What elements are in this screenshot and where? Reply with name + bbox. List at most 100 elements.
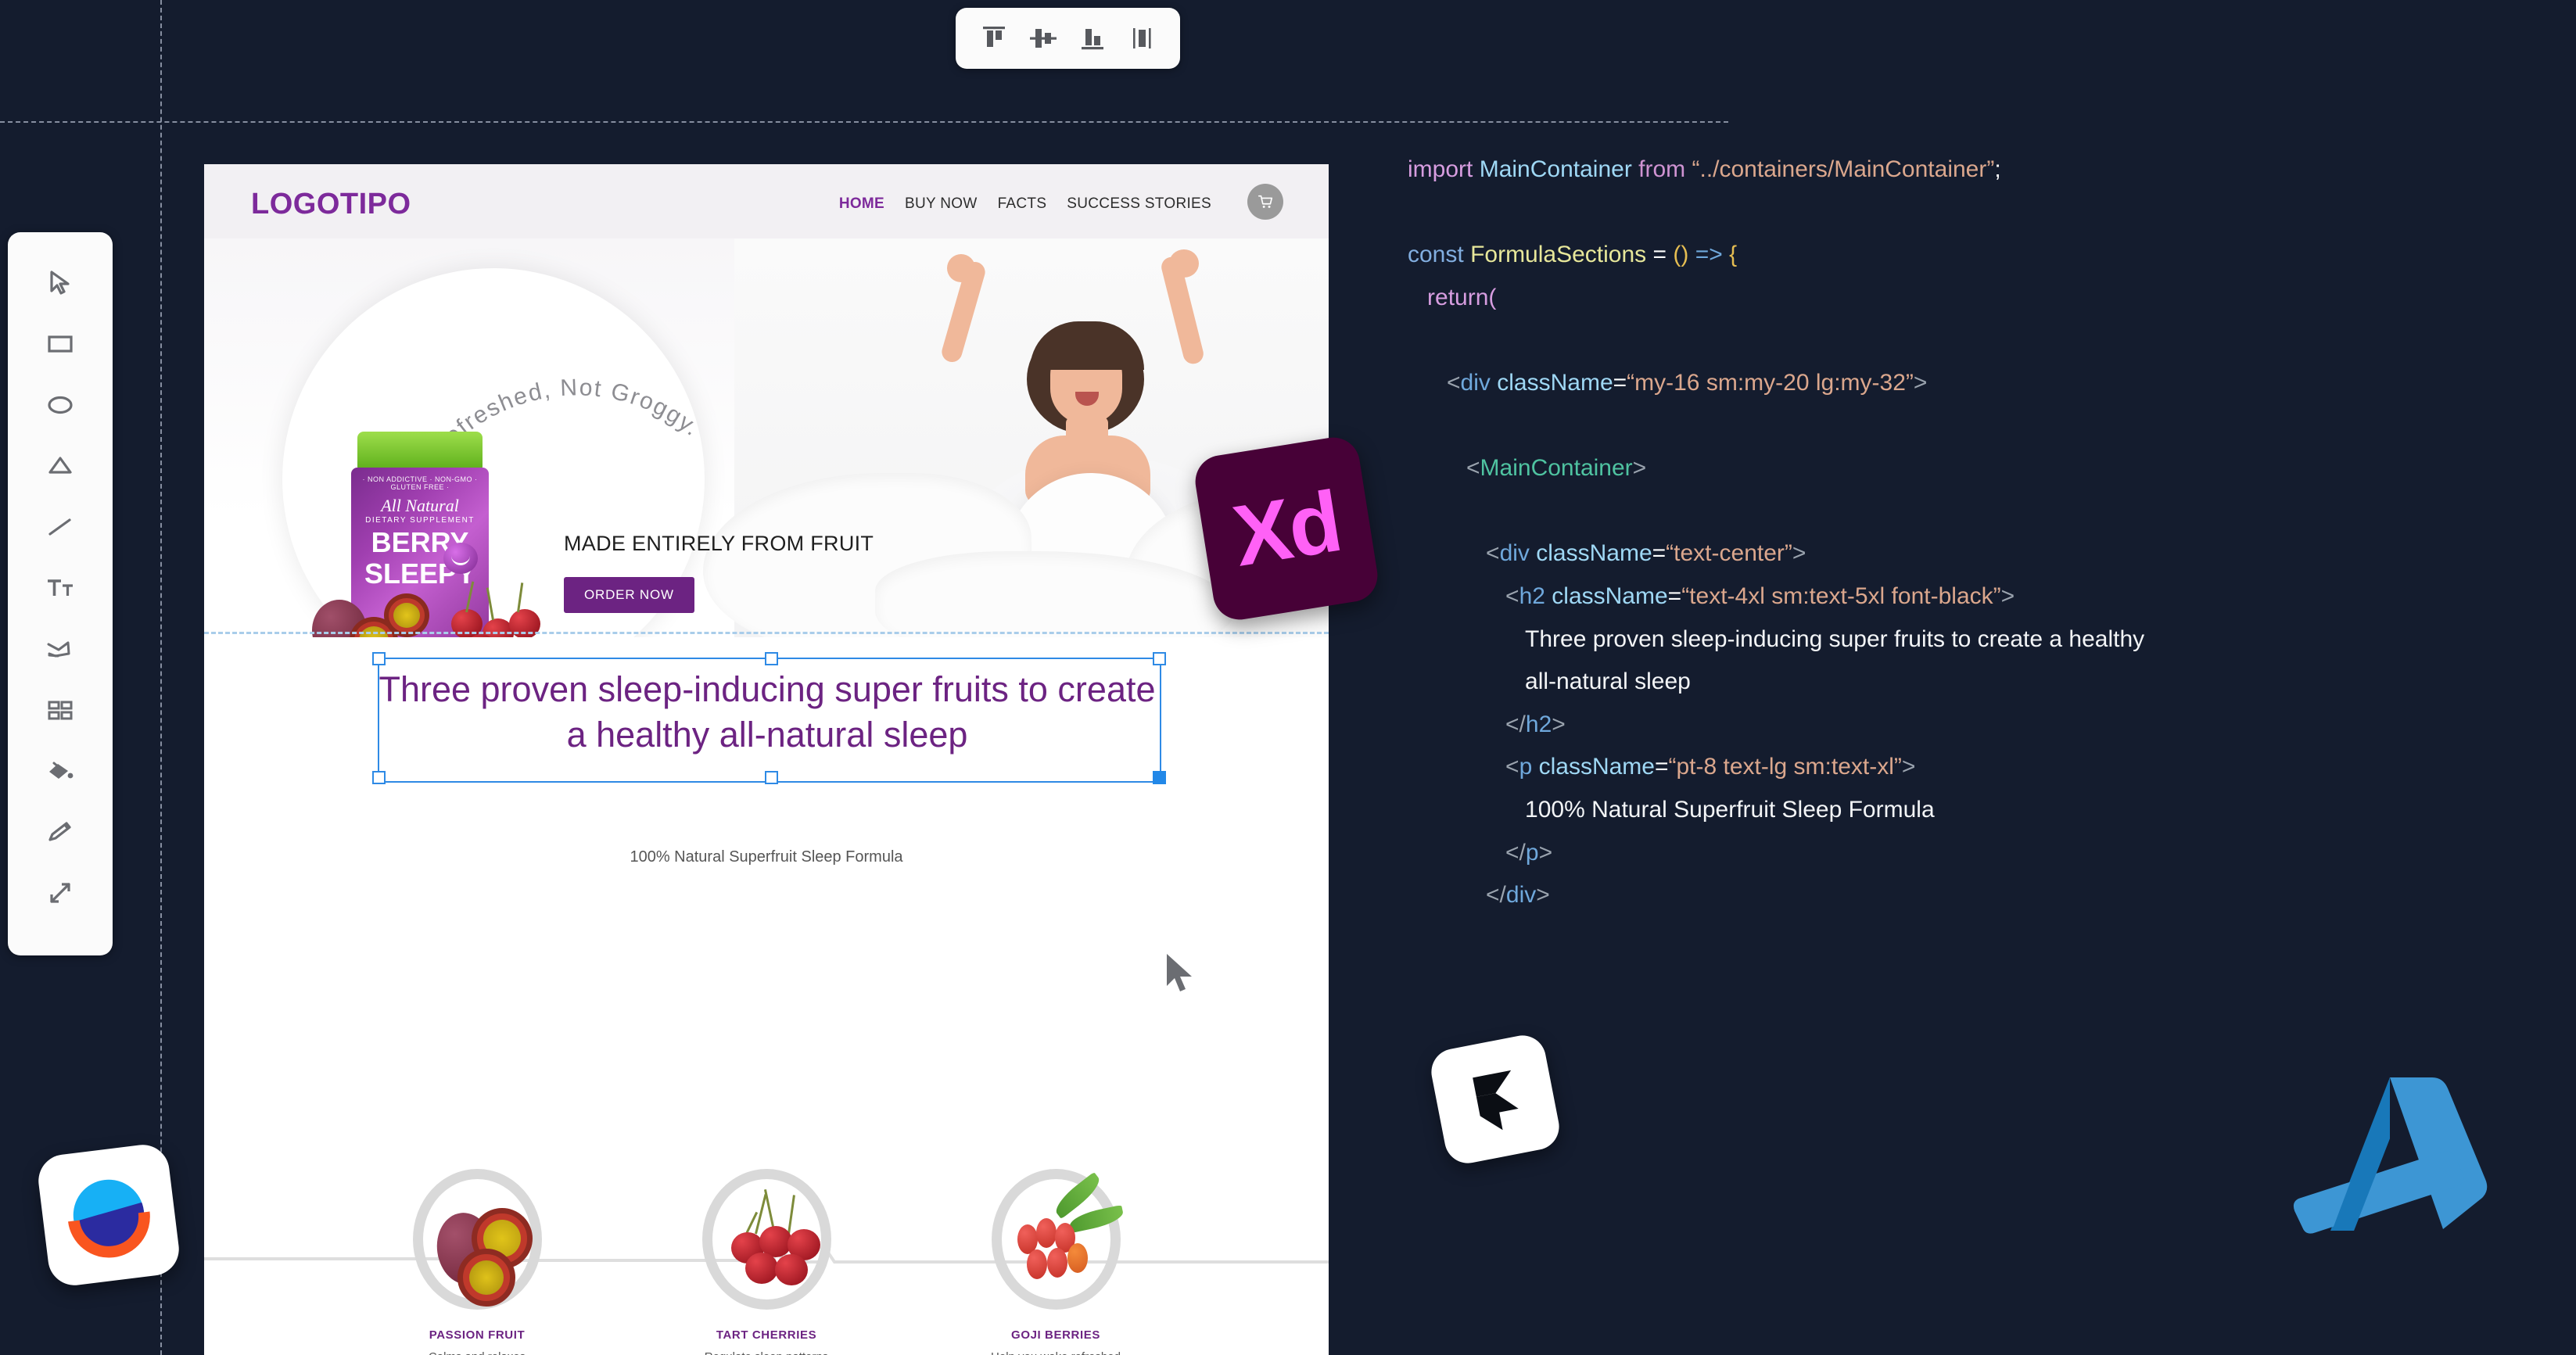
fruit-card-tart-cherries[interactable]: TART CHERRIES Regulate sleep patterns xyxy=(676,1169,856,1355)
code-token: const xyxy=(1408,242,1464,268)
nav-item-success-stories[interactable]: SUCCESS STORIES xyxy=(1067,195,1211,213)
nav-item-facts[interactable]: FACTS xyxy=(998,195,1047,213)
align-bottom-button[interactable] xyxy=(1074,20,1111,57)
code-token: “text-4xl sm:text-5xl font-black” xyxy=(1681,583,2001,609)
artboard-tool[interactable] xyxy=(30,679,91,740)
affinity-a-icon xyxy=(2293,1077,2488,1234)
grid-icon xyxy=(48,701,73,720)
site-nav: HOME BUY NOW FACTS SUCCESS STORIES xyxy=(839,195,1211,213)
code-line: </h2> xyxy=(1408,704,2557,747)
nav-item-buy-now[interactable]: BUY NOW xyxy=(905,195,978,213)
align-vertical-center-button[interactable] xyxy=(1024,20,1062,57)
cursor-arrow-icon xyxy=(50,271,70,295)
pen-tool[interactable] xyxy=(30,618,91,679)
rectangle-tool[interactable] xyxy=(30,314,91,375)
code-token: < xyxy=(1466,455,1480,482)
handle-bottom-left[interactable] xyxy=(372,771,386,784)
code-token: > xyxy=(2000,583,2015,609)
fruit-title: PASSION FRUIT xyxy=(429,1328,526,1342)
distribute-horizontal-button[interactable] xyxy=(1123,20,1161,57)
code-token: > xyxy=(1792,540,1806,567)
bottle-cap xyxy=(357,432,483,469)
align-top-button[interactable] xyxy=(975,20,1013,57)
section-headline[interactable]: Three proven sleep-inducing super fruits… xyxy=(375,667,1160,757)
formula-section: Three proven sleep-inducing super fruits… xyxy=(204,632,1329,866)
adobe-xd-logo-label: Xd xyxy=(1226,472,1347,585)
code-token: 100% Natural Superfruit Sleep Formula xyxy=(1525,796,1935,823)
code-token: className xyxy=(1497,369,1613,396)
resize-arrows-icon xyxy=(50,883,70,903)
hero-copy: MADE ENTIRELY FROM FRUIT ORDER NOW xyxy=(564,532,874,613)
code-line: <div className=“my-16 sm:my-20 lg:my-32”… xyxy=(1408,362,2557,405)
bottle-supplement: DIETARY SUPPLEMENT xyxy=(365,516,475,525)
fruit-desc: Calms and relaxes xyxy=(387,1350,567,1355)
rectangle-icon xyxy=(48,335,73,353)
fruit-ring xyxy=(701,1169,831,1310)
tool-palette xyxy=(8,232,113,955)
triangle-icon xyxy=(48,457,72,474)
line-icon xyxy=(48,518,71,536)
code-token: { xyxy=(1729,242,1738,268)
pencil-icon xyxy=(48,822,71,841)
code-token: < xyxy=(1486,540,1500,567)
framer-logo xyxy=(1427,1031,1563,1167)
ellipse-tool[interactable] xyxy=(30,375,91,436)
code-token: = xyxy=(1646,242,1674,268)
code-panel[interactable]: import MainContainer from “../containers… xyxy=(1408,149,2557,917)
bottle-script: All Natural xyxy=(381,496,459,515)
handle-top-left[interactable] xyxy=(372,652,386,665)
polygon-tool[interactable] xyxy=(30,436,91,496)
handle-top-center[interactable] xyxy=(765,652,778,665)
code-token: FormulaSections xyxy=(1470,242,1647,268)
invision-circle-icon xyxy=(68,1179,150,1258)
section-subline[interactable]: 100% Natural Superfruit Sleep Formula xyxy=(204,848,1329,866)
fruit-card-goji-berries[interactable]: GOJI BERRIES Help you wake refreshed xyxy=(966,1169,1146,1355)
align-top-icon xyxy=(983,27,1006,47)
line-tool[interactable] xyxy=(30,496,91,557)
code-line: 100% Natural Superfruit Sleep Formula xyxy=(1408,789,2557,832)
nav-item-home[interactable]: HOME xyxy=(839,195,884,213)
handle-top-right[interactable] xyxy=(1153,652,1166,665)
code-token: import xyxy=(1408,156,1473,182)
site-logo[interactable]: LOGOTIPO xyxy=(251,188,411,221)
code-token: h2 xyxy=(1525,711,1552,737)
pencil-tool[interactable] xyxy=(30,801,91,862)
fruit-cards: PASSION FRUIT Calms and relaxes TART CHE… xyxy=(204,1169,1329,1355)
cart-button[interactable] xyxy=(1247,184,1283,220)
plum-mascot-icon xyxy=(443,543,478,574)
code-token: “pt-8 text-lg sm:text-xl” xyxy=(1668,754,1902,780)
code-token: > xyxy=(1632,455,1647,482)
fruit-desc: Help you wake refreshed xyxy=(966,1350,1146,1355)
code-line: Three proven sleep-inducing super fruits… xyxy=(1408,618,2557,661)
ellipse-icon xyxy=(48,396,73,414)
paint-bucket-icon xyxy=(49,762,74,779)
fill-tool[interactable] xyxy=(30,740,91,801)
site-header: LOGOTIPO HOME BUY NOW FACTS SUCCESS STOR… xyxy=(204,164,1329,238)
hero-tagline: MADE ENTIRELY FROM FRUIT xyxy=(564,532,874,555)
handle-bottom-center[interactable] xyxy=(765,771,778,784)
artboard[interactable]: LOGOTIPO HOME BUY NOW FACTS SUCCESS STOR… xyxy=(204,164,1329,1355)
code-token: Three proven sleep-inducing super fruits… xyxy=(1525,626,2145,652)
handle-bottom-right[interactable] xyxy=(1153,771,1166,784)
select-tool[interactable] xyxy=(30,253,91,314)
code-token: => xyxy=(1695,242,1723,268)
code-token: > xyxy=(1536,882,1550,909)
align-vertical-center-icon xyxy=(1030,29,1057,48)
code-line: <p className=“pt-8 text-lg sm:text-xl”> xyxy=(1408,746,2557,789)
zoom-tool[interactable] xyxy=(30,862,91,923)
hero-section: Wake Up Refreshed, Not Groggy. · NON ADD… xyxy=(204,238,1329,637)
code-token: ( xyxy=(1488,284,1497,310)
code-token: < xyxy=(1447,369,1461,396)
code-token: “text-center” xyxy=(1666,540,1792,567)
bottle-badges: · NON ADDICTIVE · NON-GMO · GLUTEN FREE … xyxy=(362,475,478,491)
text-tool[interactable] xyxy=(30,557,91,618)
fruit-card-passion-fruit[interactable]: PASSION FRUIT Calms and relaxes xyxy=(387,1169,567,1355)
code-token: > xyxy=(1913,369,1928,396)
order-now-button[interactable]: ORDER NOW xyxy=(564,576,694,613)
